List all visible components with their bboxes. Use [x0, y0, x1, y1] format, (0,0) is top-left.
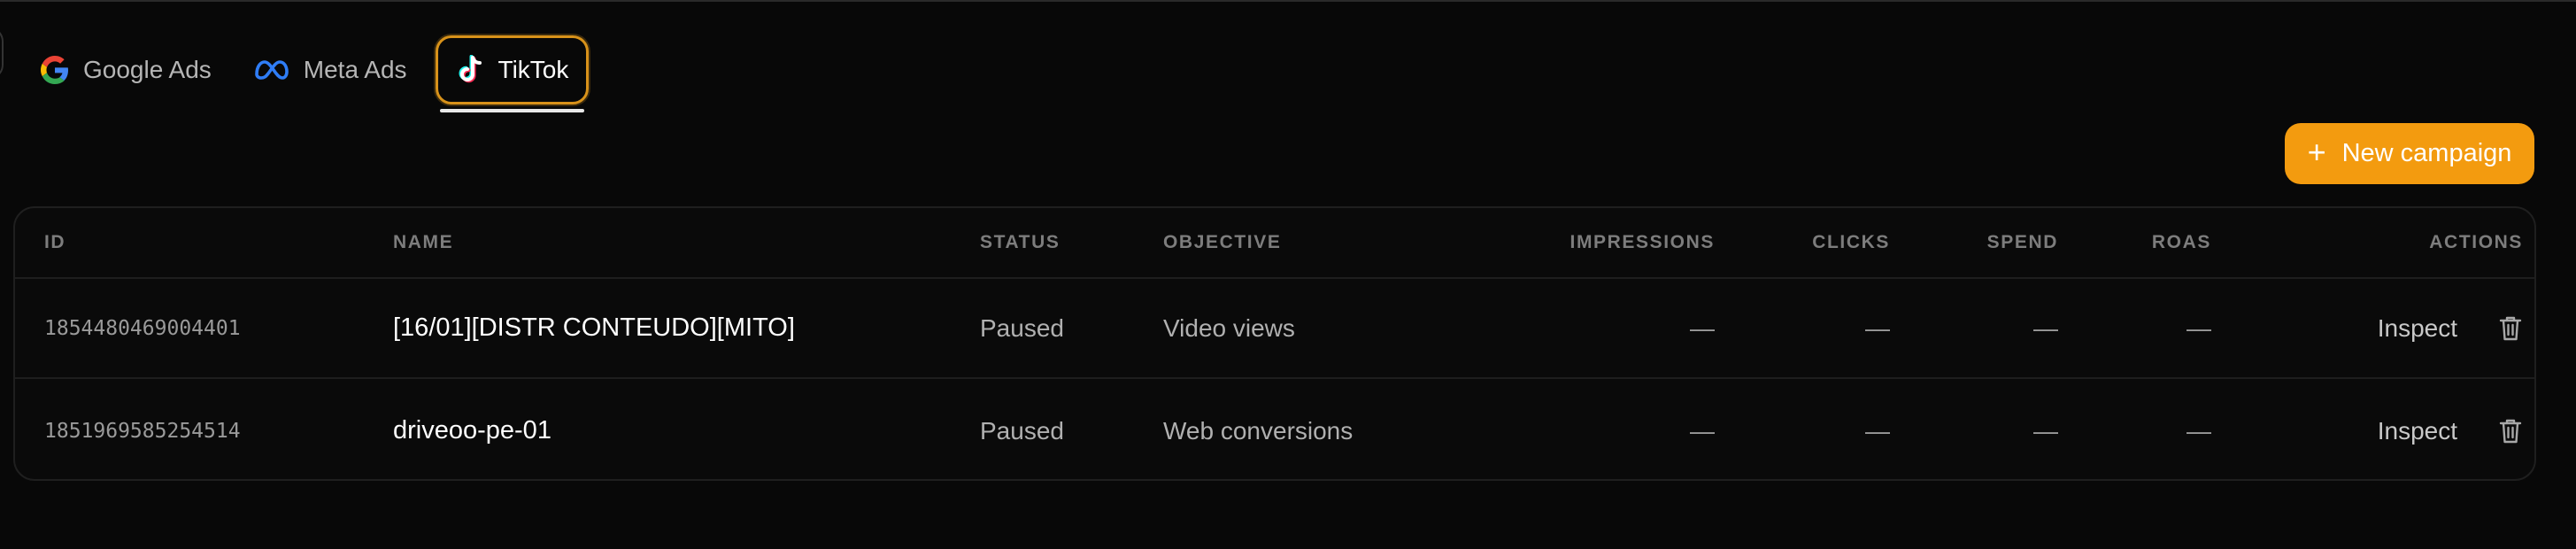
campaign-impressions: —	[1690, 416, 1715, 445]
table-header-row: ID NAME STATUS OBJECTIVE IMPRESSIONS CLI…	[15, 208, 2534, 279]
header-status[interactable]: STATUS	[980, 208, 1139, 277]
header-impressions[interactable]: IMPRESSIONS	[1502, 208, 1715, 277]
tab-label: Meta Ads	[303, 56, 407, 83]
campaign-name: driveoo-pe-01	[393, 416, 551, 445]
tiktok-icon	[456, 55, 484, 85]
new-campaign-label: New campaign	[2341, 139, 2512, 167]
tab-google-ads[interactable]: Google Ads	[27, 35, 226, 104]
campaign-roas: —	[2187, 416, 2211, 445]
trash-icon[interactable]	[2498, 417, 2523, 445]
header-actions: ACTIONS	[2429, 232, 2523, 252]
header-id[interactable]: ID	[44, 208, 381, 277]
tab-tiktok[interactable]: TikTok	[435, 35, 590, 112]
row-actions: Inspect	[2264, 279, 2523, 377]
trash-icon[interactable]	[2498, 314, 2523, 343]
table-row[interactable]: 1854480469004401 [16/01][DISTR CONTEUDO]…	[15, 279, 2534, 379]
campaign-objective: Video views	[1163, 313, 1295, 342]
campaign-roas: —	[2187, 313, 2211, 342]
new-campaign-button[interactable]: + New campaign	[2285, 123, 2534, 184]
header-clicks[interactable]: CLICKS	[1724, 208, 1890, 277]
campaign-status: Paused	[980, 313, 1064, 342]
top-border	[0, 0, 2576, 2]
campaign-objective: Web conversions	[1163, 416, 1354, 445]
header-objective[interactable]: OBJECTIVE	[1163, 208, 1535, 277]
campaign-spend: —	[2033, 313, 2058, 342]
campaign-spend: —	[2033, 416, 2058, 445]
collapsed-edge-button[interactable]	[0, 27, 4, 80]
row-actions: Inspect	[2264, 381, 2523, 479]
tab-meta-ads[interactable]: Meta Ads	[240, 35, 421, 104]
tab-label: Google Ads	[83, 56, 212, 83]
campaign-impressions: —	[1690, 313, 1715, 342]
campaign-id: 1854480469004401	[44, 316, 241, 340]
inspect-button[interactable]: Inspect	[2378, 314, 2457, 343]
inspect-button[interactable]: Inspect	[2378, 417, 2457, 445]
campaign-id: 1851969585254514	[44, 419, 241, 443]
campaign-name: [16/01][DISTR CONTEUDO][MITO]	[393, 313, 795, 342]
meta-icon	[254, 59, 289, 81]
header-name[interactable]: NAME	[393, 208, 960, 277]
campaign-clicks: —	[1865, 416, 1890, 445]
campaign-clicks: —	[1865, 313, 1890, 342]
platform-tabs: Google Ads Meta Ads TikTok	[27, 34, 590, 112]
plus-icon: +	[2307, 133, 2326, 170]
campaigns-table: ID NAME STATUS OBJECTIVE IMPRESSIONS CLI…	[13, 206, 2536, 481]
table-row[interactable]: 1851969585254514 driveoo-pe-01 Paused We…	[15, 381, 2534, 479]
header-spend[interactable]: SPEND	[1901, 208, 2058, 277]
header-roas[interactable]: ROAS	[2069, 208, 2211, 277]
tab-label: TikTok	[497, 56, 569, 83]
google-icon	[41, 56, 69, 84]
campaign-status: Paused	[980, 416, 1064, 445]
